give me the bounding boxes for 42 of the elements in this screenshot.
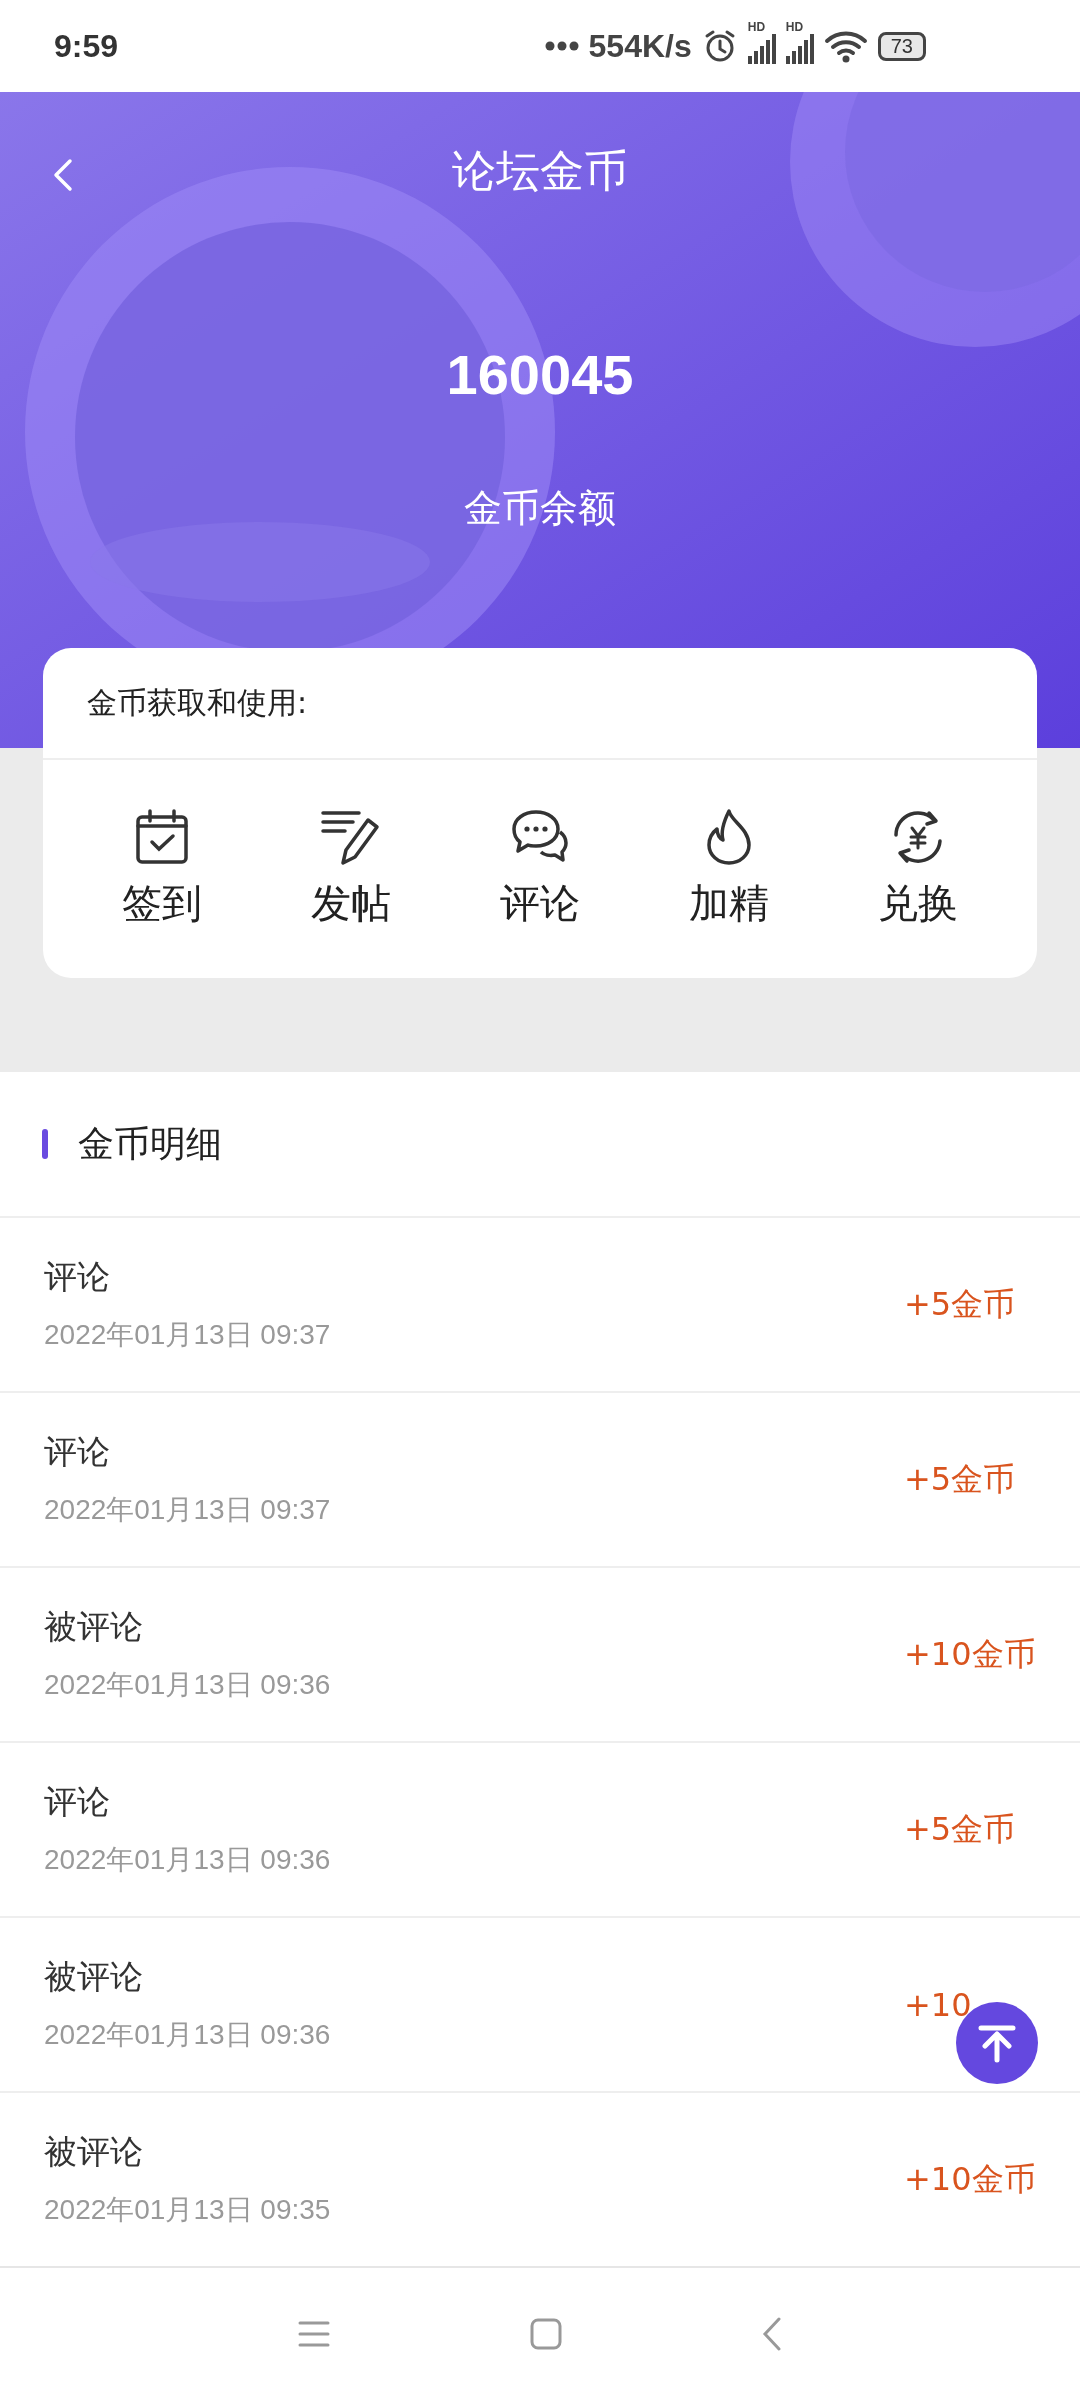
wifi-icon — [823, 29, 868, 63]
action-item[interactable]: 签到 — [67, 807, 257, 931]
action-item[interactable]: 兑换 — [823, 807, 1013, 931]
menu-icon[interactable] — [298, 2320, 330, 2348]
action-item[interactable]: 加精 — [634, 807, 824, 931]
record-title: 评论 — [44, 1431, 111, 1473]
coin-balance: 160045 — [446, 342, 634, 407]
signal-label: HD — [785, 20, 804, 34]
card-title: 金币获取和使用: — [87, 683, 308, 722]
action-item[interactable]: 评论 — [445, 807, 635, 931]
record-title: 被评论 — [44, 1606, 144, 1648]
coin-amount: +5金币 — [904, 1808, 1017, 1850]
page-title: 论坛金币 — [452, 143, 628, 198]
record-time: 2022年01月13日 09:37 — [44, 1318, 331, 1352]
battery-indicator: 73 — [877, 31, 926, 61]
coin-amount: +10金币 — [904, 1633, 1036, 1675]
record-time: 2022年01月13日 09:36 — [44, 1843, 331, 1877]
home-icon[interactable] — [530, 2318, 562, 2350]
back-icon[interactable] — [762, 2317, 782, 2351]
signal-icon — [785, 34, 814, 64]
record-title: 被评论 — [44, 2131, 144, 2173]
more-dots-icon — [544, 41, 579, 51]
balance-label: 金币余额 — [464, 485, 616, 532]
record-title: 评论 — [44, 1256, 111, 1298]
record-time: 2022年01月13日 09:35 — [44, 2193, 331, 2227]
record-time: 2022年01月13日 09:37 — [44, 1493, 331, 1527]
record-title: 评论 — [44, 1781, 111, 1823]
accent-bar — [42, 1129, 48, 1159]
coin-amount: +10 — [904, 1985, 973, 2024]
status-time: 9:59 — [54, 27, 119, 65]
record-time: 2022年01月13日 09:36 — [44, 2018, 331, 2052]
coin-amount: +10金币 — [904, 2158, 1036, 2200]
coin-amount: +5金币 — [904, 1458, 1017, 1500]
coin-amount: +5金币 — [904, 1283, 1017, 1325]
net-speed: 554K/s — [588, 27, 692, 65]
section-title: 金币明细 — [78, 1121, 222, 1166]
record-time: 2022年01月13日 09:36 — [44, 1668, 331, 1702]
signal-icon — [747, 34, 776, 64]
signal-label: HD — [747, 20, 766, 34]
back-icon[interactable] — [52, 158, 74, 192]
action-item[interactable]: 发帖 — [256, 807, 446, 931]
record-title: 被评论 — [44, 1956, 144, 1998]
